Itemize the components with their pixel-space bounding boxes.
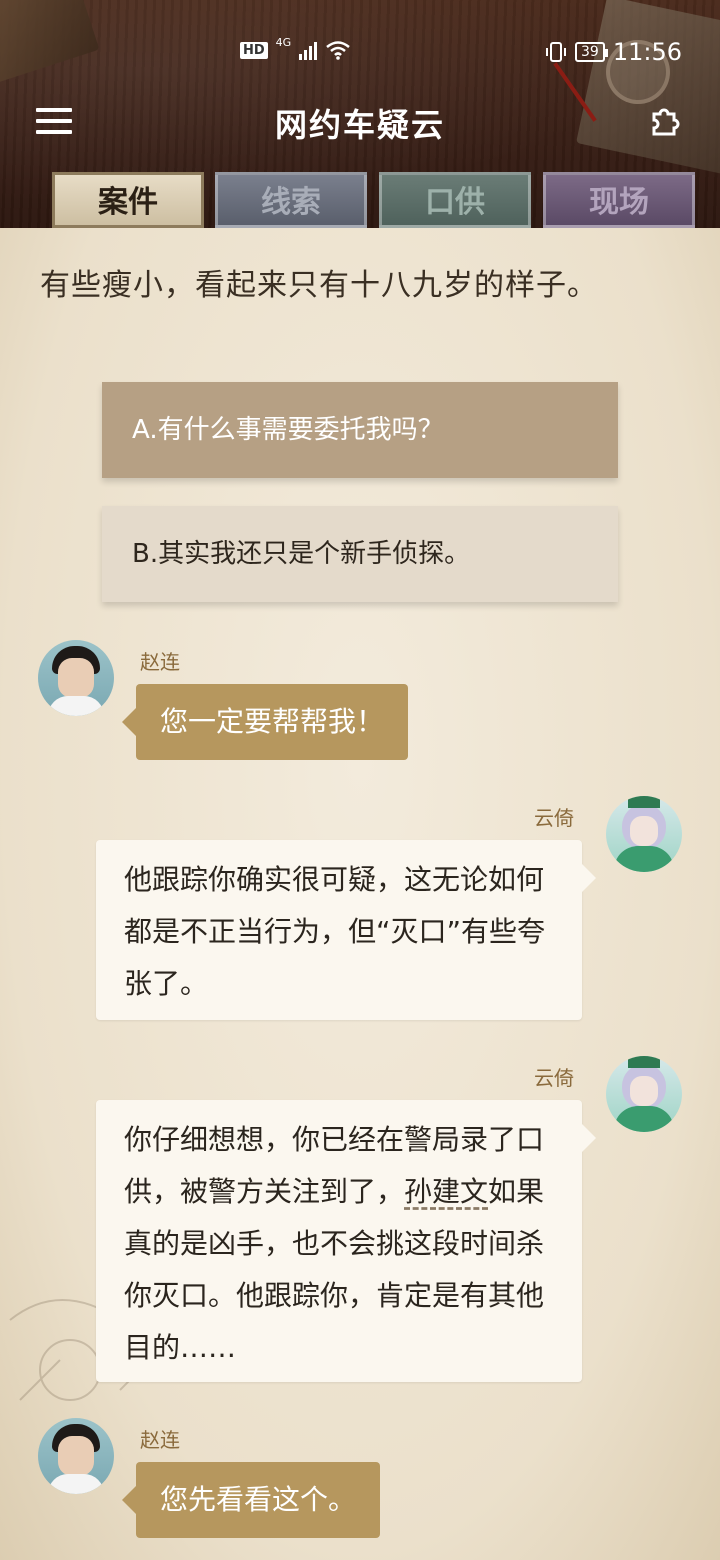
choice-b-button[interactable]: B.其实我还只是个新手侦探。 [102, 506, 618, 602]
message-bubble: 他跟踪你确实很可疑，这无论如何都是不正当行为，但“灭口”有些夸张了。 [96, 840, 596, 1020]
message-bubble: 您先看看这个。 [121, 1462, 381, 1538]
puzzle-settings-icon[interactable] [648, 102, 684, 147]
narration-text: 有些瘦小，看起来只有十八九岁的样子。 [40, 268, 598, 303]
message-bubble: 您一定要帮帮我！ [121, 684, 409, 760]
clue-link[interactable]: 孙建文 [404, 1175, 488, 1208]
avatar [38, 640, 114, 716]
tab-scene[interactable]: 现场 [543, 172, 695, 228]
status-bar: HD 4G 39 11:56 [0, 0, 720, 100]
vibrate-icon [546, 42, 566, 62]
speaker-name: 云倚 [534, 806, 574, 830]
page-title: 网约车疑云 [274, 106, 445, 144]
message-bubble: 你仔细想想，你已经在警局录了口供，被警方关注到了，孙建文如果真的是凶手，也不会挑… [96, 1100, 596, 1382]
tab-case[interactable]: 案件 [52, 172, 204, 228]
signal-icon [299, 40, 318, 60]
avatar [38, 1418, 114, 1494]
network-status: HD 4G [240, 36, 351, 60]
tab-testimony[interactable]: 口供 [379, 172, 531, 228]
hd-badge: HD [240, 41, 268, 59]
clock: 11:56 [612, 38, 682, 66]
device-status: 39 11:56 [545, 38, 682, 66]
avatar [606, 796, 682, 872]
speaker-name: 赵连 [140, 1428, 180, 1452]
tab-clues[interactable]: 线索 [215, 172, 367, 228]
speaker-name: 云倚 [534, 1066, 574, 1090]
battery-indicator: 39 [575, 42, 608, 62]
choice-a-button[interactable]: A.有什么事需要委托我吗？ [102, 382, 618, 478]
speaker-name: 赵连 [140, 650, 180, 674]
wifi-icon [326, 41, 350, 60]
avatar [606, 1056, 682, 1132]
network-type: 4G [275, 35, 292, 49]
